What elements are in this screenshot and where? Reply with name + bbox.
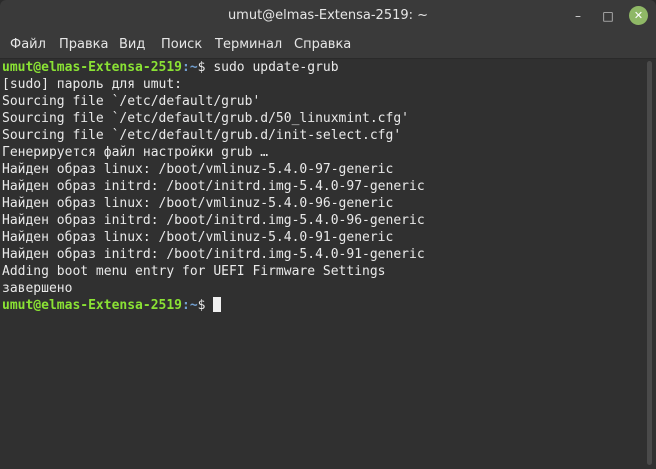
menu-terminal[interactable]: Терминал — [215, 32, 282, 58]
command-text: sudo update-grub — [213, 60, 339, 75]
output-line: Найден образ linux: /boot/vmlinuz-5.4.0-… — [2, 196, 394, 211]
menu-file[interactable]: Файл — [10, 32, 46, 58]
text-cursor — [213, 297, 222, 312]
menu-edit[interactable]: Правка — [59, 32, 108, 58]
current-prompt-line: umut@elmas-Extensa-2519:~$ — [2, 297, 222, 314]
prompt-symbol: $ — [197, 60, 214, 75]
output-line: Sourcing file `/etc/default/grub' — [2, 94, 261, 109]
prompt-user: umut@elmas-Extensa-2519 — [2, 60, 183, 75]
scrollbar[interactable] — [643, 59, 656, 469]
scrollbar-thumb[interactable] — [647, 61, 652, 465]
window-title: umut@elmas-Extensa-2519: ~ — [227, 8, 429, 23]
output-line: Генерируется файл настройки grub … — [2, 145, 269, 160]
output-line: Найден образ initrd: /boot/initrd.img-5.… — [2, 213, 425, 228]
output-line: Найден образ linux: /boot/vmlinuz-5.4.0-… — [2, 230, 394, 245]
prompt-path: :~ — [182, 298, 198, 313]
prompt-user: umut@elmas-Extensa-2519 — [2, 298, 183, 313]
command-line: umut@elmas-Extensa-2519:~$ sudo update-g… — [2, 59, 339, 76]
terminal-window: umut@elmas-Extensa-2519: ~ – □ ✕ Файл Пр… — [0, 0, 656, 469]
output-line: Adding boot menu entry for UEFI Firmware… — [2, 264, 386, 279]
title-bar[interactable]: umut@elmas-Extensa-2519: ~ – □ ✕ — [0, 0, 656, 32]
output-line: Найден образ initrd: /boot/initrd.img-5.… — [2, 247, 425, 262]
menu-bar: Файл Правка Вид Поиск Терминал Справка — [0, 32, 656, 59]
output-line: Найден образ linux: /boot/vmlinuz-5.4.0-… — [2, 162, 394, 177]
output-line: [sudo] пароль для umut: — [2, 77, 183, 92]
minimize-button[interactable]: – — [568, 6, 588, 26]
maximize-button[interactable]: □ — [598, 6, 618, 26]
output-line: Sourcing file `/etc/default/grub.d/50_li… — [2, 111, 409, 126]
menu-search[interactable]: Поиск — [161, 32, 202, 58]
terminal-area[interactable]: umut@elmas-Extensa-2519:~$ sudo update-g… — [0, 59, 643, 469]
prompt-symbol: $ — [197, 298, 214, 313]
menu-view[interactable]: Вид — [119, 32, 145, 58]
output-line: завершено — [2, 281, 73, 296]
output-line: Найден образ initrd: /boot/initrd.img-5.… — [2, 179, 425, 194]
output-line: Sourcing file `/etc/default/grub.d/init-… — [2, 128, 402, 143]
close-button[interactable]: ✕ — [629, 6, 648, 25]
prompt-path: :~ — [182, 60, 198, 75]
menu-help[interactable]: Справка — [294, 32, 351, 58]
